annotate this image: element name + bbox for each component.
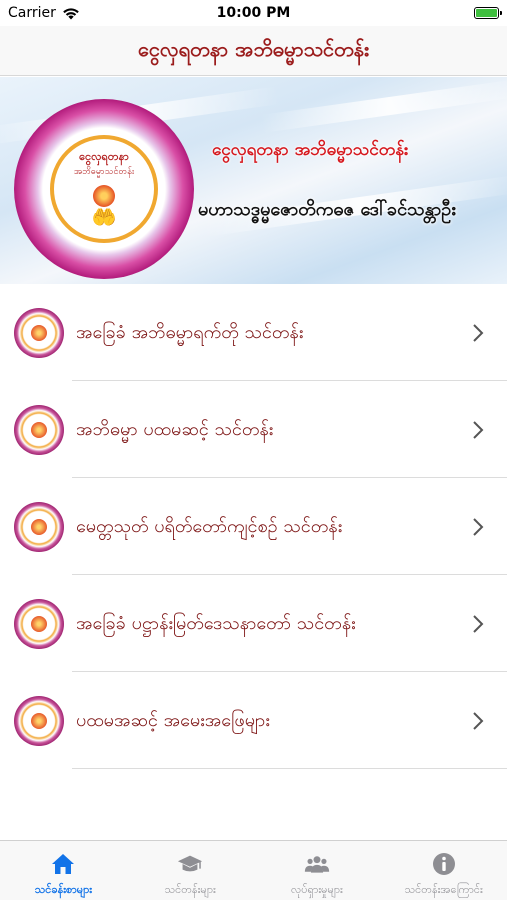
navigation-bar: ငွေလှရတနာ အဘိဓမ္မာသင်တန်း bbox=[0, 26, 507, 76]
sun-icon bbox=[31, 712, 47, 729]
banner-decoration bbox=[260, 78, 507, 134]
course-logo-icon bbox=[14, 404, 64, 455]
list-item-label: အဘိဓမ္မာ ပထမဆင့် သင်တန်း bbox=[76, 418, 274, 440]
status-bar: Carrier 10:00 PM bbox=[0, 0, 507, 26]
tab-activities[interactable]: လုပ်ရှားမှုများ bbox=[254, 841, 381, 900]
list-item[interactable]: အခြေခံ အဘိဓမ္မာရက်တို သင်တန်း bbox=[0, 284, 507, 381]
chevron-right-icon bbox=[473, 517, 484, 536]
course-logo-icon bbox=[14, 307, 64, 358]
sun-icon bbox=[31, 421, 47, 438]
list-item[interactable]: မေတ္တသုတ် ပရိတ်တော်ကျင့်စဉ် သင်တန်း bbox=[0, 478, 507, 575]
banner-title: ငွေလှရတနာ အဘိဓမ္မာသင်တန်း bbox=[212, 140, 409, 160]
app-root: Carrier 10:00 PM ငွေလှရတနာ အဘိဓမ္မာသင်တန… bbox=[0, 0, 507, 900]
banner-logo: ငွေလှရတနာ အဘိဓမ္မာသင်တန်း 🤲 bbox=[14, 99, 194, 279]
chevron-right-icon bbox=[473, 614, 484, 633]
course-logo-icon bbox=[14, 598, 64, 649]
list-item-label: မေတ္တသုတ် ပရိတ်တော်ကျင့်စဉ် သင်တန်း bbox=[76, 515, 343, 537]
course-logo-icon bbox=[14, 501, 64, 552]
group-icon bbox=[304, 851, 330, 877]
tab-lessons[interactable]: သင်ခန်းစာများ bbox=[0, 841, 127, 900]
tab-label: သင်ခန်းစာများ bbox=[34, 883, 93, 896]
logo-text-secondary: အဘိဓမ္မာသင်တန်း bbox=[73, 166, 135, 177]
home-icon bbox=[50, 851, 76, 877]
tab-bar: သင်ခန်းစာများ သင်တန်းများ လုပ်ရှားမှုမျာ… bbox=[0, 840, 507, 900]
sun-icon bbox=[31, 324, 47, 341]
list-item[interactable]: အခြေခံ ပဋ္ဌာန်းမြတ်ဒေသနာတော် သင်တန်း bbox=[0, 575, 507, 672]
tab-courses[interactable]: သင်တန်းများ bbox=[127, 841, 254, 900]
list-item-label: ပထမအဆင့် အမေးအဖြေများ bbox=[76, 709, 270, 731]
list-item[interactable]: အဘိဓမ္မာ ပထမဆင့် သင်တန်း bbox=[0, 381, 507, 478]
battery-level bbox=[476, 9, 497, 17]
tab-label: သင်တန်းများ bbox=[164, 883, 216, 896]
sun-icon bbox=[31, 615, 47, 632]
tab-label: လုပ်ရှားမှုများ bbox=[290, 883, 343, 896]
chevron-right-icon bbox=[473, 323, 484, 342]
sun-icon bbox=[31, 518, 47, 535]
list-item-label: အခြေခံ အဘိဓမ္မာရက်တို သင်တန်း bbox=[76, 321, 304, 343]
list-item[interactable]: ပထမအဆင့် အမေးအဖြေများ bbox=[0, 672, 507, 769]
course-logo-icon bbox=[14, 695, 64, 746]
tab-label: သင်တန်းအကြောင်း bbox=[404, 883, 483, 896]
sun-icon bbox=[93, 184, 115, 207]
graduation-cap-icon bbox=[177, 851, 203, 877]
banner-logo-inner: ငွေလှရတနာ အဘိဓမ္မာသင်တန်း 🤲 bbox=[50, 135, 158, 243]
battery-icon bbox=[474, 7, 502, 19]
row-divider bbox=[72, 768, 507, 769]
chevron-right-icon bbox=[473, 711, 484, 730]
info-icon bbox=[431, 851, 457, 877]
tab-about[interactable]: သင်တန်းအကြောင်း bbox=[380, 841, 507, 900]
header-banner: ငွေလှရတနာ အဘိဓမ္မာသင်တန်း 🤲 ငွေလှရတနာ အဘ… bbox=[0, 77, 507, 284]
chevron-right-icon bbox=[473, 420, 484, 439]
course-list: အခြေခံ အဘိဓမ္မာရက်တို သင်တန်း အဘိဓမ္မာ ပ… bbox=[0, 284, 507, 769]
banner-subtitle: မဟာသဒ္ဓမ္မဇောတိကဓဇ ဒေါ်ခင်သန္တာဦး bbox=[198, 199, 456, 220]
status-time: 10:00 PM bbox=[216, 5, 291, 21]
open-hands-icon: 🤲 bbox=[91, 204, 117, 229]
logo-text-primary: ငွေလှရတနာ bbox=[79, 149, 129, 163]
list-item-label: အခြေခံ ပဋ္ဌာန်းမြတ်ဒေသနာတော် သင်တန်း bbox=[76, 612, 356, 634]
page-title: ငွေလှရတနာ အဘိဓမ္မာသင်တန်း bbox=[137, 36, 370, 61]
